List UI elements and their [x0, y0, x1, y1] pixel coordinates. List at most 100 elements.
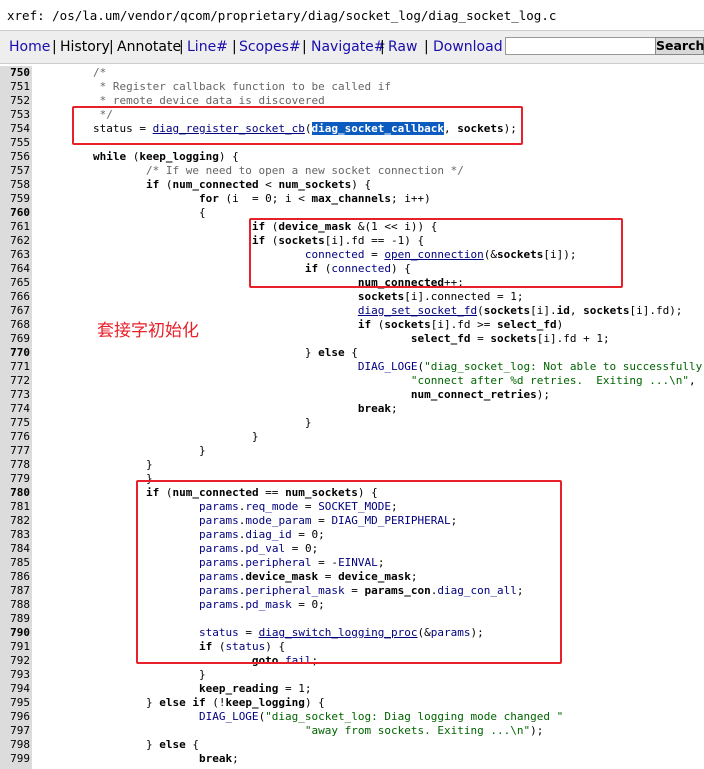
search-button[interactable]: Search	[655, 37, 704, 55]
line-number[interactable]: 789	[0, 612, 30, 626]
line-number[interactable]: 753	[0, 108, 30, 122]
identifier: break	[198, 752, 233, 765]
identifier: sockets	[483, 304, 531, 317]
line-number[interactable]: 754	[0, 122, 30, 136]
symbol-link[interactable]: diag_switch_logging_proc	[259, 626, 418, 639]
comment-text: /*	[92, 66, 107, 79]
code-line: 756 while (keep_logging) {	[0, 150, 704, 164]
line-number[interactable]: 775	[0, 416, 30, 430]
nav-scopes-link[interactable]: Scopes#	[239, 39, 301, 55]
xref-path: xref: /os/la.um/vendor/qcom/proprietary/…	[7, 8, 557, 23]
code-line: 780 if (num_connected == num_sockets) {	[0, 486, 704, 500]
nav-navigate-link[interactable]: Navigate#	[311, 39, 386, 55]
line-number[interactable]: 776	[0, 430, 30, 444]
line-number[interactable]: 780	[0, 486, 30, 500]
line-number[interactable]: 762	[0, 234, 30, 248]
search-input[interactable]	[505, 37, 656, 55]
code-text: keep_reading = 1;	[198, 682, 312, 695]
identifier: keep_logging	[139, 150, 219, 163]
line-number[interactable]: 755	[0, 136, 30, 150]
identifier: peripheral	[245, 556, 312, 569]
code-text: break;	[198, 752, 239, 765]
line-number[interactable]: 791	[0, 640, 30, 654]
symbol-link[interactable]: diag_set_socket_fd	[358, 304, 477, 317]
line-number[interactable]: 763	[0, 248, 30, 262]
line-number[interactable]: 792	[0, 654, 30, 668]
line-number[interactable]: 770	[0, 346, 30, 360]
identifier: break	[357, 402, 392, 415]
line-number[interactable]: 790	[0, 626, 30, 640]
code-text: * remote device data is discovered	[40, 94, 325, 108]
code-text: connected = open_connection(&sockets[i])…	[304, 248, 577, 261]
code-line: 773 num_connect_retries);	[0, 388, 704, 402]
line-number[interactable]: 799	[0, 752, 30, 766]
identifier: params	[430, 626, 471, 639]
line-number[interactable]: 759	[0, 192, 30, 206]
line-number[interactable]: 774	[0, 402, 30, 416]
line-number[interactable]: 788	[0, 598, 30, 612]
code-text: "away from sockets. Exiting ...\n");	[304, 724, 544, 737]
line-number[interactable]: 772	[0, 374, 30, 388]
code-line: 784 params.pd_val = 0;	[0, 542, 704, 556]
nav-home-link[interactable]: Home	[9, 39, 50, 55]
code-text: } else {	[40, 738, 199, 751]
comment-text: * Register callback function to be calle…	[99, 80, 392, 93]
line-number[interactable]: 797	[0, 724, 30, 738]
nav-raw-link[interactable]: Raw	[388, 39, 417, 55]
line-number[interactable]: 798	[0, 738, 30, 752]
line-number[interactable]: 796	[0, 710, 30, 724]
code-line: 797 "away from sockets. Exiting ...\n");	[0, 724, 704, 738]
line-number[interactable]: 767	[0, 304, 30, 318]
comment-text: */	[99, 108, 113, 121]
line-number[interactable]: 778	[0, 458, 30, 472]
nav-line-link[interactable]: Line#	[187, 39, 228, 55]
line-number[interactable]: 785	[0, 556, 30, 570]
code-line: 776 }	[0, 430, 704, 444]
identifier: sockets	[490, 332, 537, 345]
identifier: num_sockets	[278, 178, 352, 191]
line-number[interactable]: 784	[0, 542, 30, 556]
code-text: params.diag_id = 0;	[198, 528, 325, 541]
line-number[interactable]: 758	[0, 178, 30, 192]
identifier: sockets	[583, 304, 630, 317]
code-text: sockets[i].connected = 1;	[357, 290, 524, 303]
line-number[interactable]: 760	[0, 206, 30, 220]
line-number[interactable]: 795	[0, 696, 30, 710]
identifier: if	[304, 262, 319, 275]
line-number[interactable]: 768	[0, 318, 30, 332]
symbol-link[interactable]: open_connection	[384, 248, 483, 261]
code-line: 765 num_connected++;	[0, 276, 704, 290]
line-number[interactable]: 761	[0, 220, 30, 234]
line-number[interactable]: 777	[0, 444, 30, 458]
nav-download-link[interactable]: Download	[433, 39, 503, 55]
symbol-link[interactable]: diag_register_socket_cb	[153, 122, 305, 135]
code-line: 796 DIAG_LOGE("diag_socket_log: Diag log…	[0, 710, 704, 724]
nav-history-link[interactable]: History	[60, 39, 110, 55]
line-number[interactable]: 794	[0, 682, 30, 696]
code-line: 795 } else if (!keep_logging) {	[0, 696, 704, 710]
identifier: select_fd	[410, 332, 471, 345]
line-number[interactable]: 764	[0, 262, 30, 276]
code-text: if (sockets[i].fd == -1) {	[251, 234, 425, 247]
line-number[interactable]: 793	[0, 668, 30, 682]
identifier: SOCKET_MODE	[318, 500, 392, 513]
nav-annotate-link[interactable]: Annotate	[117, 39, 181, 55]
line-number[interactable]: 765	[0, 276, 30, 290]
identifier: status	[198, 626, 239, 639]
line-number[interactable]: 757	[0, 164, 30, 178]
line-number[interactable]: 786	[0, 570, 30, 584]
line-number[interactable]: 752	[0, 94, 30, 108]
line-number[interactable]: 771	[0, 360, 30, 374]
line-number[interactable]: 779	[0, 472, 30, 486]
navigation-bar: Home | History | Annotate | Line# | Scop…	[0, 30, 704, 64]
line-number[interactable]: 787	[0, 584, 30, 598]
line-number[interactable]: 750	[0, 66, 30, 80]
line-number[interactable]: 782	[0, 514, 30, 528]
line-number[interactable]: 756	[0, 150, 30, 164]
line-number[interactable]: 781	[0, 500, 30, 514]
line-number[interactable]: 769	[0, 332, 30, 346]
line-number[interactable]: 773	[0, 388, 30, 402]
line-number[interactable]: 766	[0, 290, 30, 304]
line-number[interactable]: 751	[0, 80, 30, 94]
line-number[interactable]: 783	[0, 528, 30, 542]
